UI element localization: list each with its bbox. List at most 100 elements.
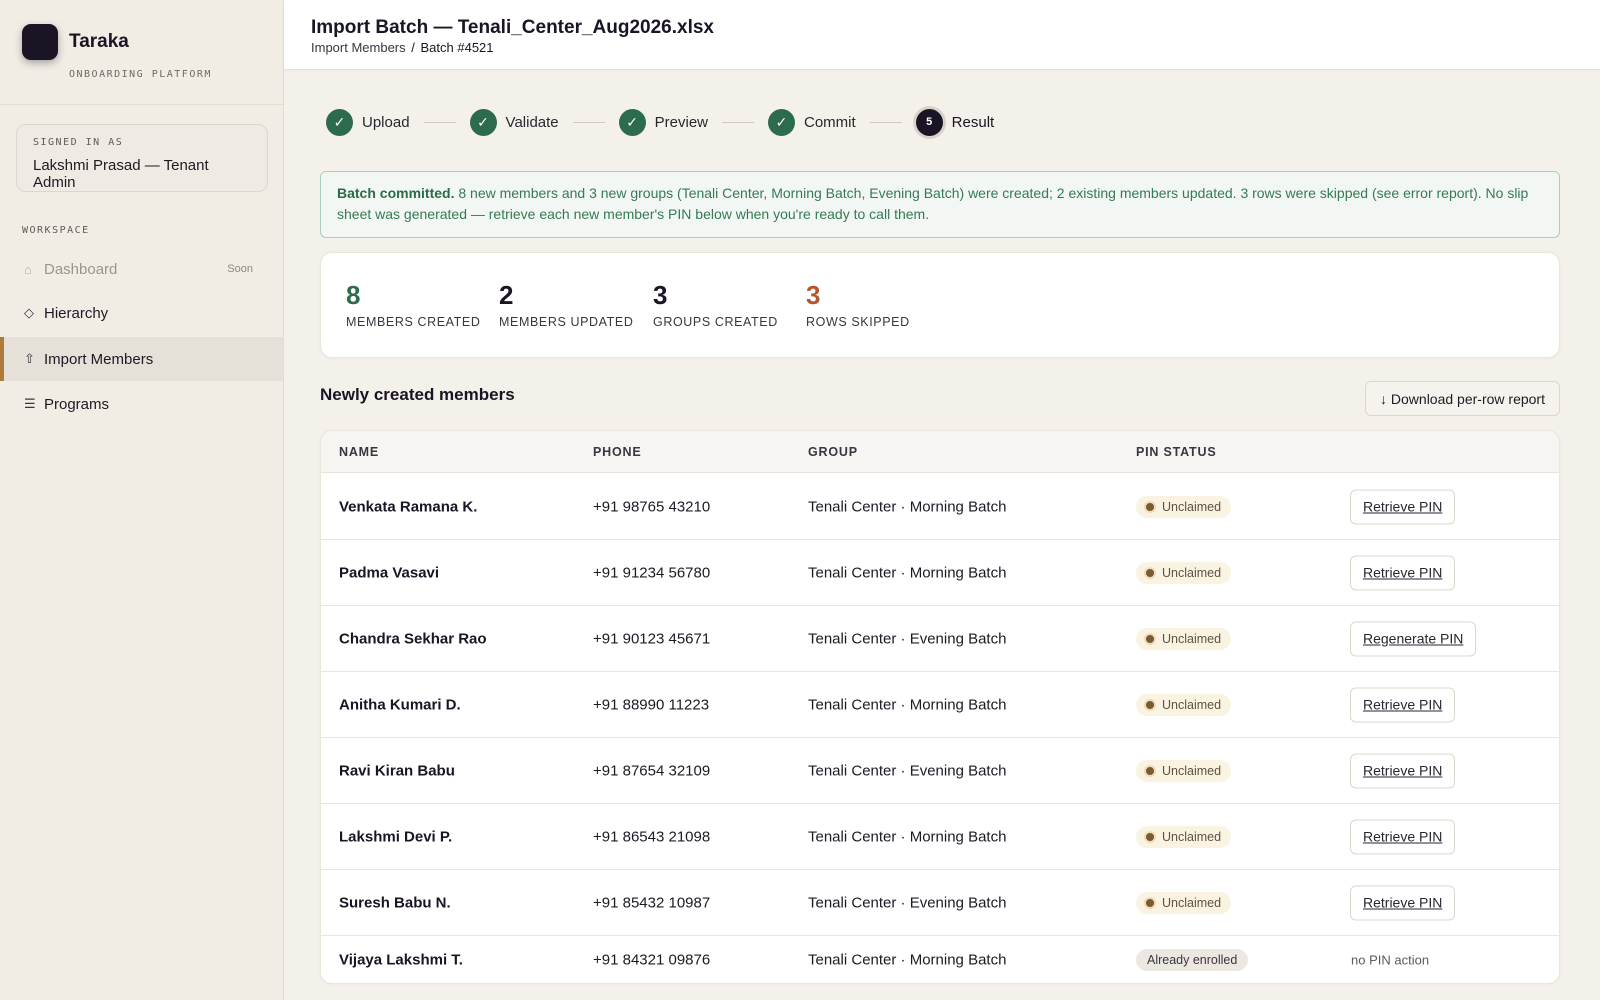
pin-status-text: Unclaimed xyxy=(1162,829,1222,844)
retrieve-pin-button[interactable]: Retrieve PIN xyxy=(1350,753,1456,788)
step-number-badge: 5 xyxy=(915,108,943,136)
status-dot-icon xyxy=(1146,766,1154,775)
brand-name: Taraka xyxy=(69,31,129,52)
retrieve-pin-button[interactable]: Retrieve PIN xyxy=(1350,687,1456,722)
table-row: Padma Vasavi +91 91234 56780 Tenali Center… xyxy=(321,540,1559,606)
download-report-button[interactable]: ↓ Download per-row report xyxy=(1365,381,1560,416)
step-result: 5 Result xyxy=(915,108,995,136)
sidebar-item-label: Import Members xyxy=(44,350,154,368)
regenerate-pin-button[interactable]: Regenerate PIN xyxy=(1350,621,1477,656)
import-stepper: ✓ Upload ✓ Validate ✓ Preview ✓ Commit 5… xyxy=(326,108,994,136)
member-name: Lakshmi Devi P. xyxy=(339,828,453,845)
stat-value: 8 xyxy=(346,280,361,310)
page-title: Import Batch — Tenali_Center_Aug2026.xls… xyxy=(311,17,714,38)
step-label: Commit xyxy=(804,113,856,131)
pin-status-badge: Unclaimed xyxy=(1136,825,1232,848)
breadcrumb-parent[interactable]: Import Members xyxy=(311,40,406,55)
pin-status-text: Already enrolled xyxy=(1147,953,1238,967)
brand-subtitle: ONBOARDING PLATFORM xyxy=(69,69,212,80)
retrieve-pin-button[interactable]: Retrieve PIN xyxy=(1350,555,1456,590)
step-label: Preview xyxy=(654,113,708,131)
pin-status-text: Unclaimed xyxy=(1162,499,1222,514)
brand-logo xyxy=(22,24,58,60)
signed-in-user: Lakshmi Prasad — Tenant Admin xyxy=(33,157,209,191)
status-dot-icon xyxy=(1146,634,1154,643)
check-icon: ✓ xyxy=(618,108,646,136)
sidebar-item-dashboard[interactable]: ⌂ Dashboard Soon xyxy=(0,247,283,291)
home-icon: ⌂ xyxy=(24,261,32,277)
table-row: Ravi Kiran Babu +91 87654 32109 Tenali Cen… xyxy=(321,738,1559,804)
table-header: NAME PHONE GROUP PIN STATUS xyxy=(321,431,1559,473)
pin-status-badge: Unclaimed xyxy=(1136,759,1232,782)
column-header-name: NAME xyxy=(339,445,380,459)
member-phone: +91 85432 10987 xyxy=(593,894,711,911)
member-phone: +91 88990 11223 xyxy=(593,696,710,713)
member-group: Tenali Center · Morning Batch xyxy=(808,498,1007,515)
column-header-group: GROUP xyxy=(808,445,858,459)
stat-label: ROWS SKIPPED xyxy=(806,315,910,329)
table-row: Anitha Kumari D. +91 88990 11223 Tenali Ce… xyxy=(321,672,1559,738)
breadcrumb: Import Members / Batch #4521 xyxy=(311,40,494,55)
member-name: Anitha Kumari D. xyxy=(339,696,461,713)
diamond-icon: ◇ xyxy=(24,305,34,320)
step-connector xyxy=(869,121,902,123)
sidebar-item-programs[interactable]: ☰ Programs xyxy=(0,382,283,426)
retrieve-pin-button[interactable]: Retrieve PIN xyxy=(1350,489,1456,524)
pin-status-badge: Unclaimed xyxy=(1136,627,1232,650)
member-phone: +91 90123 45671 xyxy=(593,630,711,647)
check-icon: ✓ xyxy=(469,108,497,136)
pin-status-text: Unclaimed xyxy=(1162,895,1222,910)
member-phone: +91 98765 43210 xyxy=(593,498,711,515)
step-label: Result xyxy=(951,113,995,131)
breadcrumb-current: Batch #4521 xyxy=(420,40,494,55)
members-table: NAME PHONE GROUP PIN STATUS Venkata Rama… xyxy=(320,430,1560,984)
pin-status-badge: Unclaimed xyxy=(1136,495,1232,518)
stat-label: GROUPS CREATED xyxy=(653,315,778,329)
upload-arrow-icon: ⇧ xyxy=(24,351,35,366)
list-icon: ☰ xyxy=(24,396,36,411)
sidebar-item-import-members[interactable]: ⇧ Import Members xyxy=(0,337,283,381)
column-header-pin-status: PIN STATUS xyxy=(1136,445,1217,459)
status-dot-icon xyxy=(1146,568,1154,577)
member-name: Vijaya Lakshmi T. xyxy=(339,951,463,969)
member-phone: +91 86543 21098 xyxy=(593,828,711,845)
sidebar-item-label: Dashboard xyxy=(44,260,118,278)
stat-value: 3 xyxy=(806,280,821,310)
brand[interactable]: Taraka xyxy=(22,24,129,60)
member-name: Suresh Babu N. xyxy=(339,894,451,911)
retrieve-pin-button[interactable]: Retrieve PIN xyxy=(1350,819,1456,854)
pin-status-text: Unclaimed xyxy=(1162,565,1222,580)
member-name: Venkata Ramana K. xyxy=(339,498,478,515)
breadcrumb-separator: / xyxy=(411,40,415,55)
pin-status-badge: Already enrolled xyxy=(1136,949,1249,971)
sidebar-divider xyxy=(0,104,284,105)
member-group: Tenali Center · Evening Batch xyxy=(808,894,1007,911)
step-connector xyxy=(423,121,456,123)
member-group: Tenali Center · Morning Batch xyxy=(808,951,1007,969)
section-title: Newly created members xyxy=(320,385,515,404)
stat-label: MEMBERS CREATED xyxy=(346,315,481,329)
sidebar-item-hierarchy[interactable]: ◇ Hierarchy xyxy=(0,291,283,335)
step-connector xyxy=(722,121,754,123)
pin-status-badge: Unclaimed xyxy=(1136,693,1232,716)
status-dot-icon xyxy=(1146,502,1154,511)
signed-in-label: SIGNED IN AS xyxy=(33,137,124,148)
member-group: Tenali Center · Morning Batch xyxy=(808,564,1007,581)
table-row: Vijaya Lakshmi T. +91 84321 09876 Tenali C… xyxy=(321,936,1559,983)
member-name: Padma Vasavi xyxy=(339,564,440,581)
success-banner: Batch committed. 8 new members and 3 new… xyxy=(320,171,1560,238)
sidebar-item-label: Programs xyxy=(44,395,110,413)
check-icon: ✓ xyxy=(326,108,353,136)
table-row: Suresh Babu N. +91 85432 10987 Tenali Cent… xyxy=(321,870,1559,936)
stat-rows-skipped: 3 ROWS SKIPPED xyxy=(806,280,910,329)
column-header-phone: PHONE xyxy=(593,445,642,459)
member-group: Tenali Center · Morning Batch xyxy=(808,828,1007,845)
step-label: Validate xyxy=(505,113,559,131)
step-validate: ✓ Validate xyxy=(469,108,559,136)
member-phone: +91 91234 56780 xyxy=(593,564,711,581)
soon-badge: Soon xyxy=(227,263,253,275)
status-dot-icon xyxy=(1146,700,1154,709)
retrieve-pin-button[interactable]: Retrieve PIN xyxy=(1350,885,1456,920)
stat-value: 3 xyxy=(653,280,668,310)
stat-label: MEMBERS UPDATED xyxy=(499,315,634,329)
